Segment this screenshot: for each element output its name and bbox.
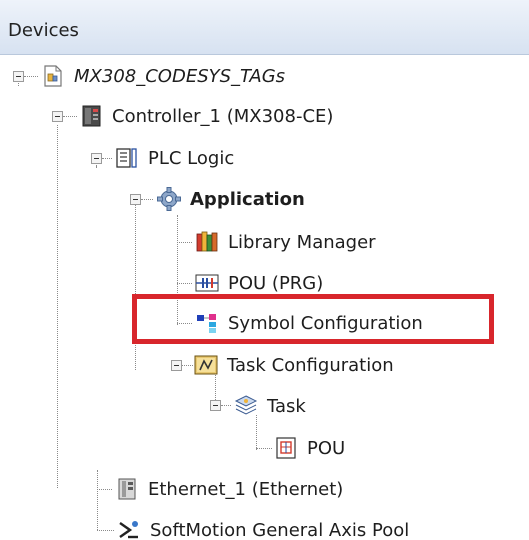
library-books-icon [196, 231, 218, 252]
devices-panel-header: Devices [0, 0, 529, 55]
softmotion-axis-icon [119, 521, 138, 539]
tree-connector [177, 283, 192, 284]
tree-node-softmotion[interactable]: SoftMotion General Axis Pool [116, 515, 409, 540]
tree-connector [24, 76, 38, 77]
tree-label-project: MX308_CODESYS_TAGs [74, 65, 286, 87]
tree-connector [177, 242, 192, 243]
tree-label-softmotion: SoftMotion General Axis Pool [150, 519, 410, 540]
pou-icon [276, 437, 296, 459]
collapse-toggle-application[interactable] [130, 194, 141, 205]
tree-node-project[interactable]: MX308_CODESYS_TAGs [40, 61, 285, 91]
tree-label-task: Task [267, 395, 306, 417]
tree-node-pou[interactable]: POU [273, 433, 345, 463]
tree-label-application: Application [190, 188, 305, 210]
tree-connector [97, 530, 114, 531]
tree-connector [97, 489, 112, 490]
collapse-toggle-task-configuration[interactable] [171, 360, 182, 371]
tree-label-plc-logic: PLC Logic [148, 147, 235, 169]
tree-connector [256, 448, 272, 449]
tree-connector [141, 199, 153, 200]
tree-label-ethernet: Ethernet_1 (Ethernet) [148, 478, 344, 500]
plc-logic-icon [116, 148, 137, 168]
tree-label-library-manager: Library Manager [228, 231, 376, 253]
tree-connector [135, 205, 136, 370]
tree-node-application[interactable]: Application [156, 184, 305, 214]
pou-program-icon [195, 274, 219, 292]
tree-node-library-manager[interactable]: Library Manager [194, 227, 376, 257]
task-icon [234, 395, 258, 415]
tree-node-controller[interactable]: Controller_1 (MX308-CE) [78, 101, 333, 131]
tree-node-task[interactable]: Task [233, 391, 306, 421]
tree-label-pou-prg: POU (PRG) [228, 272, 324, 294]
tree-connector [221, 405, 231, 406]
tree-connector [181, 365, 193, 366]
tree-label-pou: POU [307, 437, 346, 459]
controller-device-icon [82, 105, 101, 127]
task-configuration-icon [194, 355, 218, 375]
highlight-box [132, 294, 494, 344]
project-file-icon [44, 65, 62, 87]
collapse-toggle-task[interactable] [210, 400, 221, 411]
tree-connector [96, 165, 97, 167]
tree-connector [97, 470, 98, 530]
ethernet-device-icon [118, 478, 136, 500]
tree-node-plc-logic[interactable]: PLC Logic [114, 143, 234, 173]
gear-icon [157, 187, 181, 211]
collapse-toggle-controller[interactable] [52, 111, 63, 122]
tree-label-controller: Controller_1 (MX308-CE) [112, 105, 334, 127]
devices-panel: Devices MX308_CODESYS_TAGs Controller_1 … [0, 0, 529, 540]
tree-node-task-configuration[interactable]: Task Configuration [193, 350, 394, 380]
collapse-toggle-plc-logic[interactable] [91, 153, 102, 164]
tree-label-task-configuration: Task Configuration [227, 354, 394, 376]
tree-connector [63, 116, 77, 117]
tree-connector [57, 125, 58, 488]
tree-node-ethernet[interactable]: Ethernet_1 (Ethernet) [114, 474, 343, 504]
tree-connector [102, 158, 112, 159]
collapse-toggle-project[interactable] [13, 71, 24, 82]
panel-title: Devices [8, 20, 79, 41]
